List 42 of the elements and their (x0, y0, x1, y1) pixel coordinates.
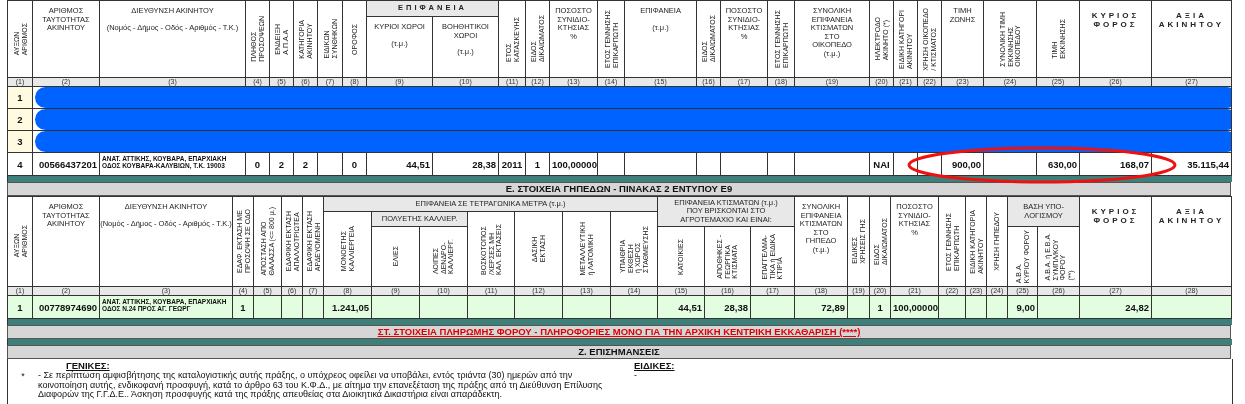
table-cell: 00566437201 (38, 158, 97, 170)
table-cell: 630,00 (1047, 158, 1077, 170)
table-cell: 168,07 (1119, 158, 1149, 170)
column-header: ΑΞΙΑ ΑΚΙΝΗΤΟΥ (1157, 206, 1226, 225)
notes-heading: ΕΙΔΙΚΕΣ: (634, 360, 676, 371)
note-text: - (634, 371, 638, 381)
column-header: ΚΥΡΙΟΣ ΦΟΡΟΣ (1090, 206, 1141, 225)
table-cell: 0 (351, 158, 358, 170)
table-cell: 2 (278, 158, 285, 170)
table-cell: ΝΑΙ (873, 158, 890, 170)
note-text: - Σε περίπτωση αμφισβήτησης της καταλογιστικής αυτής πράξης, ο υπόχρεος οφείλει να υποβάλει, εντός τριάντα (30) ημερών από την κοινοποίηση αυτής, ενδικοφανή προσφυγή, κατά το άρθρο 63 του Κ.Φ.Δ., με αίτημα την επανεξέταση της πράξης από τη Διεύθυνση Επίλυσης Διαφορών της Γ.Γ.Δ.Ε.. Άσκηση προσφυγής κατά της πράξης απευθείας στα Διοικητικά Δικαστήρια είναι απαράδεκτη. (38, 371, 604, 400)
row-number: 1 (17, 92, 23, 103)
section-header: ΣΤ. ΣΤΟΙΧΕΙΑ ΠΛΗΡΩΜΗΣ ΦΟΡΟΥ - ΠΛΗΡΟΦΟΡΙΕΣ ΜΟΝΟ ΓΙΑ ΤΗΝ ΑΡΧΙΚΗ ΚΕΝΤΡΙΚΗ ΕΚΚΑΘΑΡΙΣΗ (****) (7, 325, 1231, 339)
column-header: ΚΥΡΙΟΣ ΦΟΡΟΣ (1090, 10, 1141, 29)
table-cell: 100,00000 (552, 158, 597, 170)
table-cell: 900,00 (951, 158, 981, 170)
table-cell: 1 (877, 301, 883, 313)
note-marker: * (20, 371, 26, 383)
table-cell: 9,00 (1016, 301, 1036, 313)
table-cell: 1 (240, 301, 246, 313)
table-cell: 44,51 (678, 301, 703, 313)
row-number: 2 (17, 114, 23, 125)
table-cell: 28,38 (724, 301, 749, 313)
table-cell: 28,38 (472, 158, 496, 170)
table-cell: 100,00000 (893, 301, 938, 313)
table-cell: 24,82 (1125, 301, 1150, 313)
table-cell: 72,89 (821, 301, 846, 313)
table-cell: 2 (302, 158, 309, 170)
table-cell: 1 (534, 158, 541, 170)
table-cell: 0 (254, 158, 261, 170)
row-number: 1 (17, 301, 23, 313)
section-header: Ε. ΣΤΟΙΧΕΙΑ ΓΗΠΕΔΩΝ - ΠΙΝΑΚΑΣ 2 ΕΝΤΥΠΟΥ Ε9 (7, 182, 1231, 196)
column-header: ΑΞΙΑ ΑΚΙΝΗΤΟΥ (1157, 10, 1226, 29)
row-number: 3 (17, 136, 23, 147)
table-cell: 2011 (501, 158, 523, 170)
notes-heading: ΓΕΝΙΚΕΣ: (66, 360, 111, 371)
table-cell: 00778974690 (38, 301, 97, 313)
row-number: 4 (17, 158, 23, 170)
table-cell: 1.241,05 (332, 301, 369, 313)
table-cell: 44,51 (406, 158, 430, 170)
section-header: Ζ. ΕΠΙΣΗΜΑΝΣΕΙΣ (7, 345, 1231, 359)
table-cell: 35.115,44 (1187, 158, 1229, 170)
